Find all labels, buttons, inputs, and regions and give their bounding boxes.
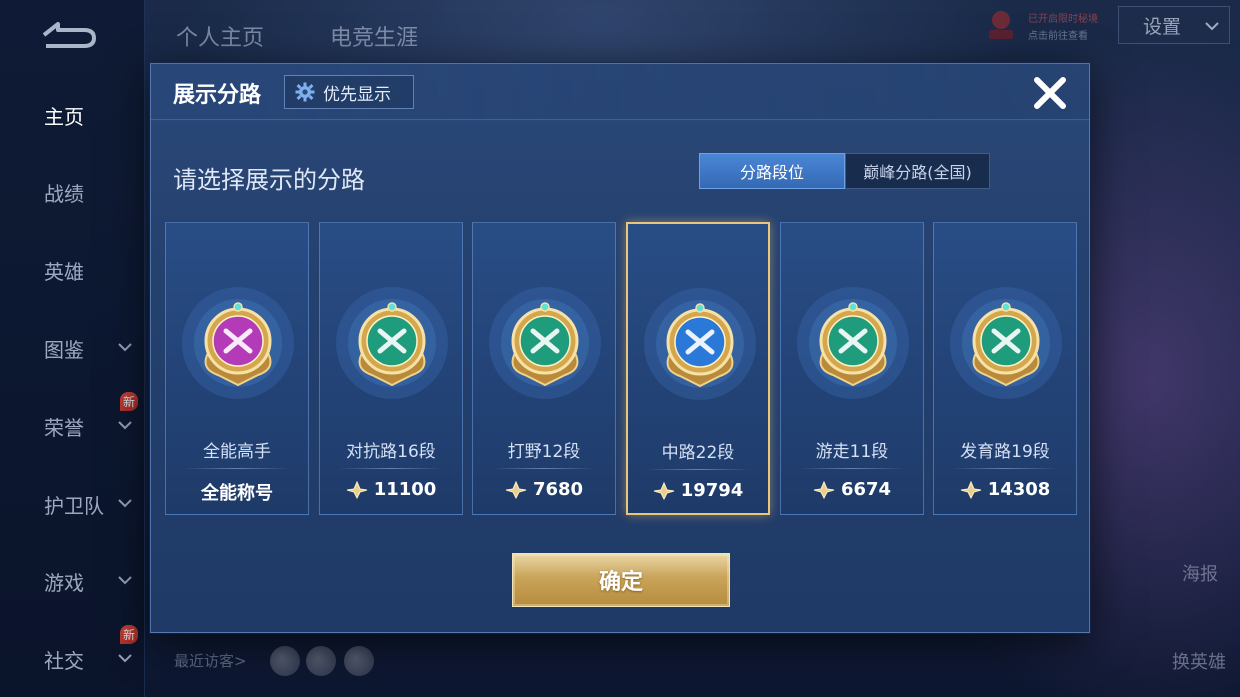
farm-lane-badge-icon <box>950 287 1062 399</box>
rank-points-icon <box>346 480 367 499</box>
close-icon[interactable] <box>1031 74 1069 112</box>
card-divider <box>184 468 290 469</box>
sidebar-item-label: 游戏 <box>44 570 84 595</box>
sidebar-item-label: 图鉴 <box>44 337 84 362</box>
vip-icon[interactable] <box>985 8 1017 40</box>
lane-rank-label: 对抗路16段 <box>346 442 436 462</box>
sidebar-item-label: 荣誉 <box>44 415 84 440</box>
card-divider <box>952 468 1058 469</box>
lane-card[interactable]: 对抗路16段 11100 <box>319 222 463 515</box>
lane-score-value: 7680 <box>532 479 584 500</box>
dialog-title: 展示分路 <box>173 83 262 108</box>
settings-label: 设置 <box>1143 15 1182 38</box>
sidebar-item[interactable]: 主页 <box>0 95 145 135</box>
lane-card[interactable]: 打野12段 7680 <box>472 222 616 515</box>
lane-rank-label: 发育路19段 <box>960 442 1050 462</box>
back-arrow-icon[interactable] <box>36 18 100 52</box>
sidebar-item[interactable]: 图鉴 <box>0 328 145 368</box>
lane-display-dialog: 展示分路 优先显示 请选择展示的分路 分路段位 巅峰分路(全国) 全能高手 全能… <box>150 63 1090 633</box>
gear-icon <box>295 82 315 102</box>
sidebar-item[interactable]: 战绩 <box>0 172 145 212</box>
new-badge: 新 <box>120 625 139 644</box>
vip-notice-line2: 点击前往查看 <box>1028 31 1088 42</box>
lane-card[interactable]: 全能高手 全能称号 <box>165 222 309 515</box>
chevron-down-icon <box>1205 22 1219 31</box>
lane-score: 6674 <box>781 479 923 500</box>
poster-button[interactable]: 海报 <box>1182 560 1218 586</box>
lane-card[interactable]: 中路22段 19794 <box>626 222 770 515</box>
card-divider <box>338 468 444 469</box>
sidebar-item-label: 主页 <box>44 104 84 129</box>
roam-badge-icon <box>797 287 909 399</box>
lane-score: 19794 <box>628 480 768 501</box>
lane-card[interactable]: 游走11段 6674 <box>780 222 924 515</box>
lane-score-value: 19794 <box>680 480 744 501</box>
lane-score: 7680 <box>473 479 615 500</box>
lane-rank-label: 打野12段 <box>507 442 581 462</box>
lane-rank-label: 中路22段 <box>661 443 735 463</box>
visitor-avatar[interactable] <box>306 646 336 676</box>
clash-lane-badge-icon <box>336 287 448 399</box>
lane-score-value: 6674 <box>840 479 892 500</box>
sidebar-item[interactable]: 护卫队 <box>0 484 145 524</box>
tab-profile[interactable]: 个人主页 <box>176 20 264 52</box>
mid-lane-badge-icon <box>644 288 756 400</box>
lane-score: 全能称号 <box>166 479 308 505</box>
sidebar-item[interactable]: 英雄 <box>0 250 145 290</box>
lane-score-value: 11100 <box>373 479 437 500</box>
tab-esports-career[interactable]: 电竞生涯 <box>330 20 418 52</box>
recent-visitors-label[interactable]: 最近访客> <box>174 650 247 671</box>
sidebar-item-label: 护卫队 <box>44 493 104 518</box>
sidebar-item-label: 战绩 <box>44 181 84 206</box>
card-divider <box>799 468 905 469</box>
chevron-down-icon <box>118 576 132 585</box>
chevron-down-icon <box>118 499 132 508</box>
tab-lane-rank[interactable]: 分路段位 <box>699 153 845 189</box>
priority-display-label: 优先显示 <box>323 84 391 105</box>
chevron-down-icon <box>118 343 132 352</box>
priority-display-button[interactable]: 优先显示 <box>284 75 414 109</box>
tab-peak-lane-national[interactable]: 巅峰分路(全国) <box>845 153 990 189</box>
sidebar-item-label: 社交 <box>44 648 84 673</box>
lane-card[interactable]: 发育路19段 14308 <box>933 222 1077 515</box>
card-divider <box>646 469 750 470</box>
lane-rank-label: 全能高手 <box>203 442 271 462</box>
all-round-badge-icon <box>182 287 294 399</box>
confirm-button[interactable]: 确定 <box>512 553 730 607</box>
lane-score-value: 14308 <box>987 479 1051 500</box>
lane-rank-label: 游走11段 <box>815 442 889 462</box>
visitor-avatar[interactable] <box>344 646 374 676</box>
chevron-down-icon <box>118 421 132 430</box>
lane-select-prompt: 请选择展示的分路 <box>173 166 365 194</box>
vip-notice-line1: 已开启限时秘境 <box>1028 14 1098 25</box>
card-divider <box>491 468 597 469</box>
jungle-badge-icon <box>489 287 601 399</box>
visitor-avatar[interactable] <box>270 646 300 676</box>
sidebar-item[interactable]: 荣誉 新 <box>0 392 145 446</box>
new-badge: 新 <box>120 392 139 411</box>
rank-points-icon <box>813 480 835 499</box>
sidebar-item-label: 英雄 <box>44 259 84 284</box>
rank-points-icon <box>505 480 527 499</box>
rank-points-icon <box>653 481 674 500</box>
settings-dropdown[interactable]: 设置 <box>1118 6 1230 44</box>
rank-points-icon <box>960 480 981 499</box>
change-hero-button[interactable]: 换英雄 <box>1172 648 1226 674</box>
sidebar-item[interactable]: 游戏 <box>0 561 145 601</box>
dialog-header: 展示分路 优先显示 <box>151 64 1089 120</box>
sidebar-item[interactable]: 社交 新 <box>0 625 145 679</box>
lane-score-value: 全能称号 <box>201 483 273 504</box>
lane-score: 14308 <box>934 479 1076 500</box>
lane-score: 11100 <box>320 479 462 500</box>
chevron-down-icon <box>118 654 132 663</box>
